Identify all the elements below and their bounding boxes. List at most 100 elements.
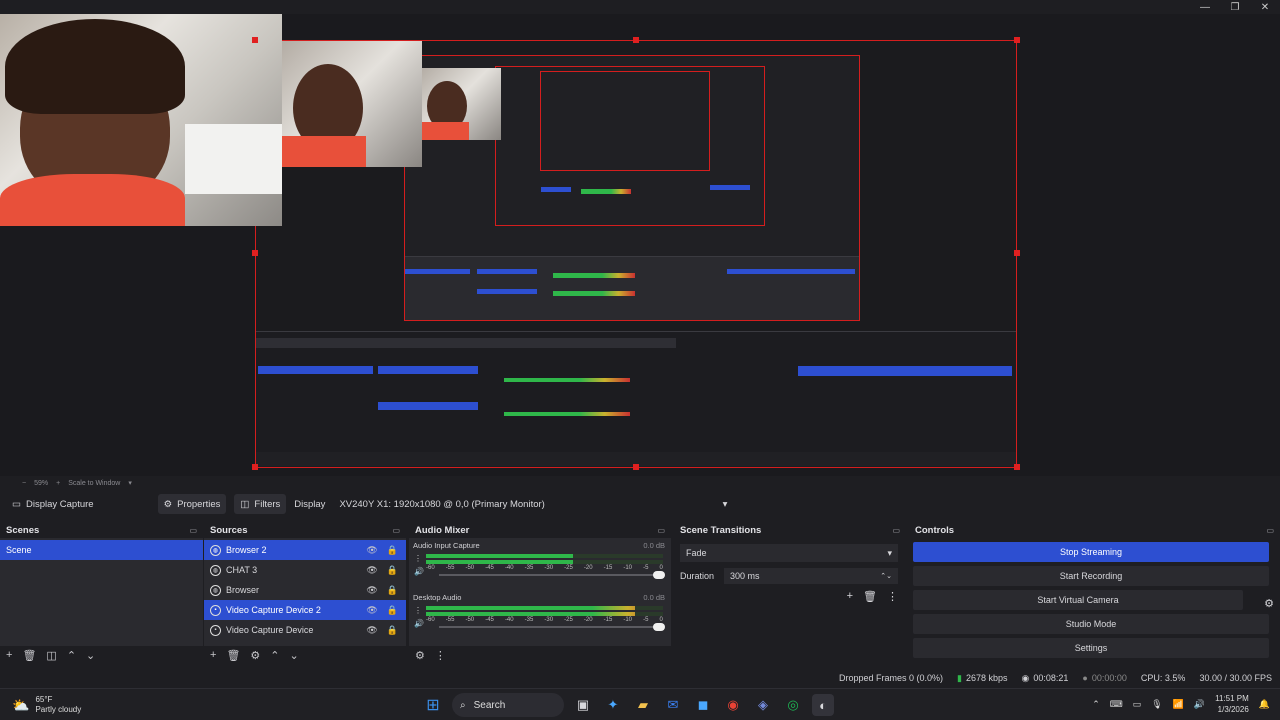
resize-handle[interactable]: [1014, 250, 1020, 256]
eye-icon[interactable]: 👁: [366, 585, 377, 596]
resize-handle[interactable]: [1014, 37, 1020, 43]
source-item-chat-3[interactable]: ◍ CHAT 3 👁 🔒: [204, 560, 406, 580]
lock-icon[interactable]: 🔒: [387, 625, 398, 636]
mic-icon[interactable]: 🎙: [1151, 699, 1162, 710]
start-virtual-camera-button[interactable]: Start Virtual Camera: [913, 590, 1243, 610]
lock-icon[interactable]: 🔒: [387, 565, 398, 576]
wifi-icon[interactable]: 📶: [1173, 699, 1184, 710]
add-icon[interactable]: +: [847, 590, 853, 603]
dock-menu-icon[interactable]: ▭: [892, 526, 900, 535]
source-item-video-capture-2[interactable]: ▪ Video Capture Device 2 👁 🔒: [204, 600, 406, 620]
gear-icon[interactable]: ⚙: [250, 649, 260, 662]
lock-icon[interactable]: 🔒: [387, 545, 398, 556]
network-icon[interactable]: ⌨: [1110, 699, 1123, 710]
resize-handle[interactable]: [252, 37, 258, 43]
clock[interactable]: 11:51 PM 1/3/2026: [1215, 693, 1249, 715]
audio-mixer-dock: Audio Mixer ▭ Audio Input Capture 0.0 dB…: [409, 522, 671, 664]
weather-widget[interactable]: ⛅ 65°F Partly cloudy: [12, 695, 81, 715]
task-view-icon[interactable]: ▣: [572, 694, 594, 716]
more-icon[interactable]: ⋮: [435, 649, 446, 662]
dock-menu-icon[interactable]: ▭: [392, 526, 400, 535]
spotify-icon[interactable]: ◎: [782, 694, 804, 716]
preview-area[interactable]: [0, 14, 1280, 476]
mixer-settings-icon[interactable]: ⚙: [415, 649, 425, 662]
filters-button[interactable]: ◫ Filters: [234, 494, 287, 514]
speaker-icon[interactable]: 🔊: [414, 617, 424, 630]
move-down-icon[interactable]: ⌄: [290, 649, 299, 662]
source-item-video-capture[interactable]: ▪ Video Capture Device 👁 🔒: [204, 620, 406, 640]
start-recording-button[interactable]: Start Recording: [913, 566, 1269, 586]
source-item-browser-2[interactable]: ◍ Browser 2 👁 🔒: [204, 540, 406, 560]
resize-handle[interactable]: [633, 37, 639, 43]
studio-mode-button[interactable]: Studio Mode: [913, 614, 1269, 634]
scale-mode[interactable]: Scale to Window: [68, 480, 120, 487]
level-meter: [426, 560, 663, 564]
trash-icon[interactable]: 🗑: [226, 649, 240, 662]
obs-icon[interactable]: ◐: [812, 694, 834, 716]
webcam-feed[interactable]: [0, 14, 282, 226]
scene-item[interactable]: Scene: [0, 540, 203, 560]
trash-icon[interactable]: 🗑: [22, 649, 36, 662]
settings-button[interactable]: Settings: [913, 638, 1269, 658]
resize-handle[interactable]: [1014, 464, 1020, 470]
dock-menu-icon[interactable]: ▭: [1266, 526, 1274, 535]
gear-icon[interactable]: ⚙: [1264, 597, 1274, 610]
chrome-icon[interactable]: ◉: [722, 694, 744, 716]
resize-handle[interactable]: [252, 464, 258, 470]
volume-slider[interactable]: [439, 623, 665, 631]
eye-icon[interactable]: 👁: [366, 605, 377, 616]
move-down-icon[interactable]: ⌄: [86, 649, 95, 662]
chevron-down-icon[interactable]: ▾: [128, 479, 132, 487]
zoom-minus-icon[interactable]: −: [22, 480, 26, 487]
store-icon[interactable]: ◼: [692, 694, 714, 716]
add-icon[interactable]: +: [6, 649, 12, 661]
zoom-plus-icon[interactable]: +: [56, 480, 60, 487]
zoom-level: 59%: [34, 479, 49, 487]
filter-icon[interactable]: ◫: [46, 649, 56, 662]
battery-icon[interactable]: ▭: [1133, 699, 1142, 710]
spinner-icon[interactable]: ⌃⌄: [880, 572, 892, 580]
resize-handle[interactable]: [252, 250, 258, 256]
volume-slider[interactable]: [439, 571, 665, 579]
chevron-up-icon[interactable]: ⌃: [1092, 699, 1100, 710]
move-up-icon[interactable]: ⌃: [67, 649, 76, 662]
volume-icon[interactable]: 🔊: [1194, 699, 1205, 710]
add-icon[interactable]: +: [210, 649, 216, 661]
maximize-button[interactable]: ❐: [1220, 0, 1250, 14]
discord-icon[interactable]: ◈: [752, 694, 774, 716]
volume-knob[interactable]: [653, 623, 665, 631]
meter-tick-label: -10: [623, 565, 633, 571]
display-select[interactable]: XV240Y X1: 1920x1080 @ 0,0 (Primary Moni…: [333, 494, 734, 514]
minimize-button[interactable]: —: [1190, 0, 1220, 14]
file-explorer-icon[interactable]: ▰: [632, 694, 654, 716]
resize-handle[interactable]: [633, 464, 639, 470]
close-button[interactable]: ✕: [1250, 0, 1280, 14]
meter-tick-label: -35: [524, 617, 534, 623]
display-capture-source[interactable]: [255, 40, 1017, 468]
notification-icon[interactable]: 🔔: [1259, 699, 1270, 710]
dock-menu-icon[interactable]: ▭: [189, 526, 197, 535]
more-icon[interactable]: ⋮: [414, 604, 424, 617]
more-icon[interactable]: ⋮: [887, 590, 898, 603]
meter-tick-label: -55: [445, 617, 455, 623]
windows-start-icon[interactable]: ⊞: [422, 694, 444, 716]
eye-icon[interactable]: 👁: [366, 545, 377, 556]
move-up-icon[interactable]: ⌃: [270, 649, 279, 662]
source-item-browser[interactable]: ◍ Browser 👁 🔒: [204, 580, 406, 600]
copilot-icon[interactable]: ✦: [602, 694, 624, 716]
stop-streaming-button[interactable]: Stop Streaming: [913, 542, 1269, 562]
eye-icon[interactable]: 👁: [366, 565, 377, 576]
lock-icon[interactable]: 🔒: [387, 605, 398, 616]
transition-select[interactable]: Fade ▾: [680, 544, 898, 562]
eye-icon[interactable]: 👁: [366, 625, 377, 636]
dock-menu-icon[interactable]: ▭: [657, 526, 665, 535]
taskbar-search[interactable]: ⌕ Search: [452, 693, 564, 717]
volume-knob[interactable]: [653, 571, 665, 579]
more-icon[interactable]: ⋮: [414, 552, 424, 565]
trash-icon[interactable]: 🗑: [863, 590, 877, 603]
duration-input[interactable]: 300 ms ⌃⌄: [724, 568, 898, 584]
mail-icon[interactable]: ✉: [662, 694, 684, 716]
properties-button[interactable]: ⚙ Properties: [157, 494, 227, 514]
lock-icon[interactable]: 🔒: [387, 585, 398, 596]
speaker-icon[interactable]: 🔊: [414, 565, 424, 578]
